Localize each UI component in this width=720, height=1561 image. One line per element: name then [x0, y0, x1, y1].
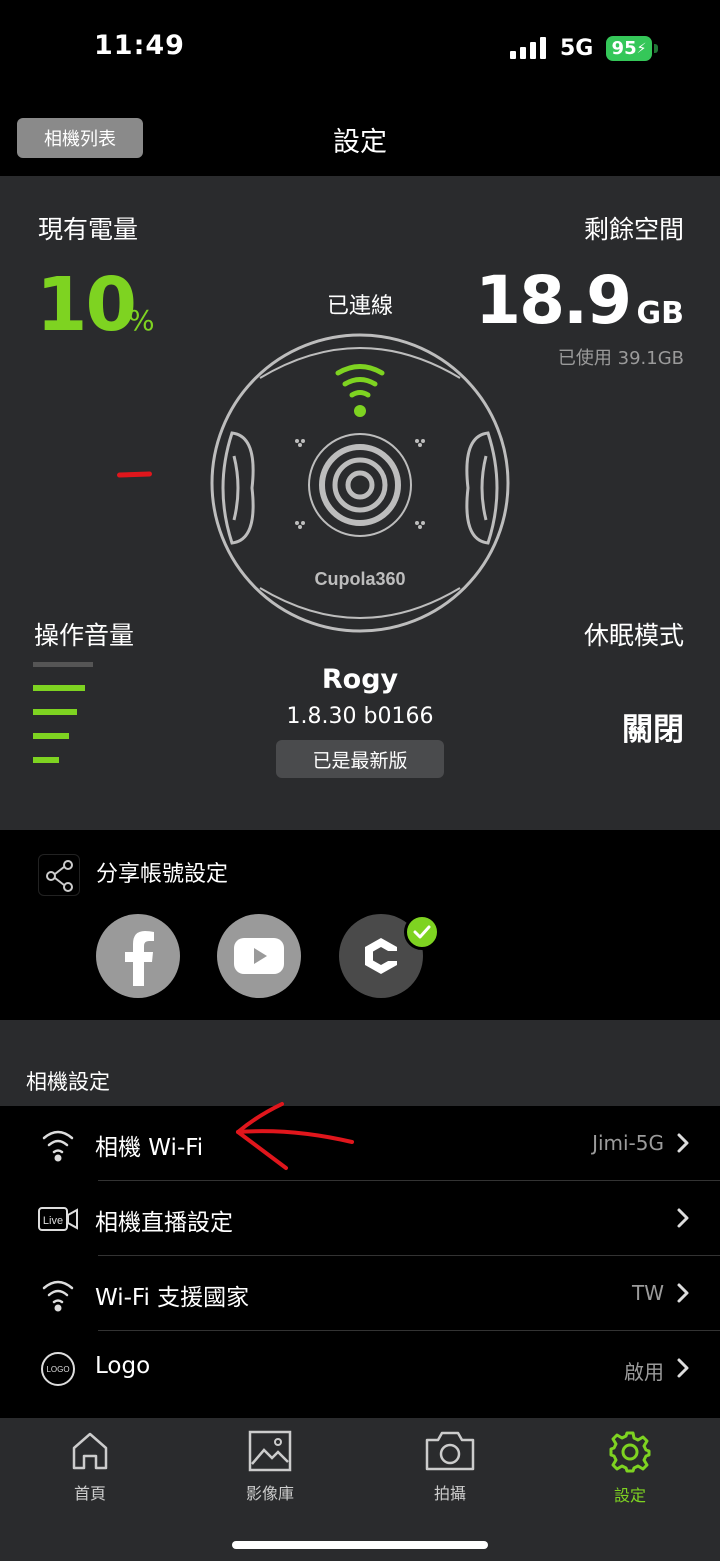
camera-settings-header: 相機設定 — [0, 1020, 720, 1106]
battery-tip — [654, 44, 658, 53]
home-indicator[interactable] — [232, 1541, 488, 1549]
setting-label: 相機 Wi-Fi — [95, 1135, 204, 1161]
share-icon — [38, 854, 80, 896]
annotation-mark — [116, 471, 153, 478]
setting-row-logo[interactable]: LOGO Logo 啟用 — [0, 1331, 720, 1406]
connected-check-icon — [404, 914, 440, 950]
tab-settings[interactable]: 設定 — [570, 1430, 690, 1506]
share-accounts-section: 分享帳號設定 — [0, 830, 720, 1020]
svg-text:LOGO: LOGO — [46, 1365, 69, 1374]
tab-bar: 首頁 影像庫 拍攝 設定 — [0, 1418, 720, 1561]
network-type: 5G — [560, 36, 594, 61]
setting-value: 啟用 — [624, 1360, 664, 1384]
tab-label: 首頁 — [73, 1484, 106, 1503]
battery-label: 現有電量 — [38, 215, 139, 244]
setting-label: Logo — [95, 1353, 151, 1379]
camera-name: Rogy — [321, 664, 399, 695]
setting-value: TW — [632, 1281, 664, 1305]
navigation-bar: 相機列表 設定 — [0, 100, 720, 176]
camera-brand: Cupola360 — [314, 569, 405, 589]
svg-text:Live: Live — [43, 1215, 63, 1227]
page-title: 設定 — [333, 127, 387, 158]
gallery-icon — [248, 1430, 292, 1472]
setting-row-live-stream[interactable]: Live 相機直播設定 — [0, 1181, 720, 1256]
volume-bar — [33, 733, 69, 739]
battery-level: 95 — [611, 38, 637, 59]
youtube-button[interactable] — [217, 914, 301, 998]
youtube-icon — [234, 938, 284, 974]
setting-value: Jimi-5G — [592, 1131, 664, 1155]
wifi-connected-icon — [335, 364, 385, 398]
cupola360-icon — [365, 938, 399, 974]
wifi-icon — [38, 1124, 78, 1164]
firmware-version: 1.8.30 b0166 — [286, 704, 434, 729]
share-title: 分享帳號設定 — [96, 862, 229, 887]
live-icon: Live — [38, 1199, 78, 1239]
logo-icon: LOGO — [38, 1349, 78, 1389]
tab-capture[interactable]: 拍攝 — [390, 1430, 510, 1504]
tab-home[interactable]: 首頁 — [30, 1430, 150, 1504]
setting-label: Wi-Fi 支援國家 — [95, 1285, 250, 1311]
tab-label: 設定 — [613, 1486, 646, 1505]
home-icon — [72, 1432, 108, 1470]
facebook-icon — [125, 931, 154, 986]
camera-icon — [425, 1431, 475, 1471]
connection-status: 已連線 — [326, 294, 393, 319]
setting-row-wifi-country[interactable]: Wi-Fi 支援國家 TW — [0, 1256, 720, 1331]
status-bar: 11:49 5G 95 ⚡ — [0, 0, 720, 100]
wifi-icon — [38, 1274, 78, 1314]
battery-indicator: 95 ⚡ — [606, 36, 652, 61]
cellular-signal-icon — [510, 37, 546, 59]
chevron-right-icon — [677, 1133, 689, 1153]
space-used: 已使用 39.1GB — [557, 348, 684, 369]
tab-label: 拍攝 — [433, 1484, 466, 1503]
camera-illustration: Cupola360 — [210, 333, 510, 633]
facebook-button[interactable] — [96, 914, 180, 998]
tab-gallery[interactable]: 影像庫 — [210, 1430, 330, 1504]
sleep-label: 休眠模式 — [583, 621, 684, 650]
annotation-arrow — [236, 1102, 354, 1170]
space-label: 剩餘空間 — [583, 215, 684, 244]
tab-label: 影像庫 — [245, 1484, 294, 1503]
chevron-right-icon — [677, 1208, 689, 1228]
setting-label: 相機直播設定 — [95, 1210, 233, 1236]
chevron-right-icon — [677, 1283, 689, 1303]
status-time: 11:49 — [94, 30, 185, 61]
volume-label: 操作音量 — [34, 621, 135, 650]
chevron-right-icon — [677, 1358, 689, 1378]
camera-status-panel: 現有電量 10 % 剩餘空間 18.9 GB 已使用 39.1GB 已連線 Cu… — [0, 176, 720, 830]
volume-bar — [33, 757, 59, 763]
gear-icon — [609, 1431, 651, 1473]
section-title: 相機設定 — [26, 1070, 110, 1094]
firmware-status-button[interactable]: 已是最新版 — [276, 740, 444, 778]
